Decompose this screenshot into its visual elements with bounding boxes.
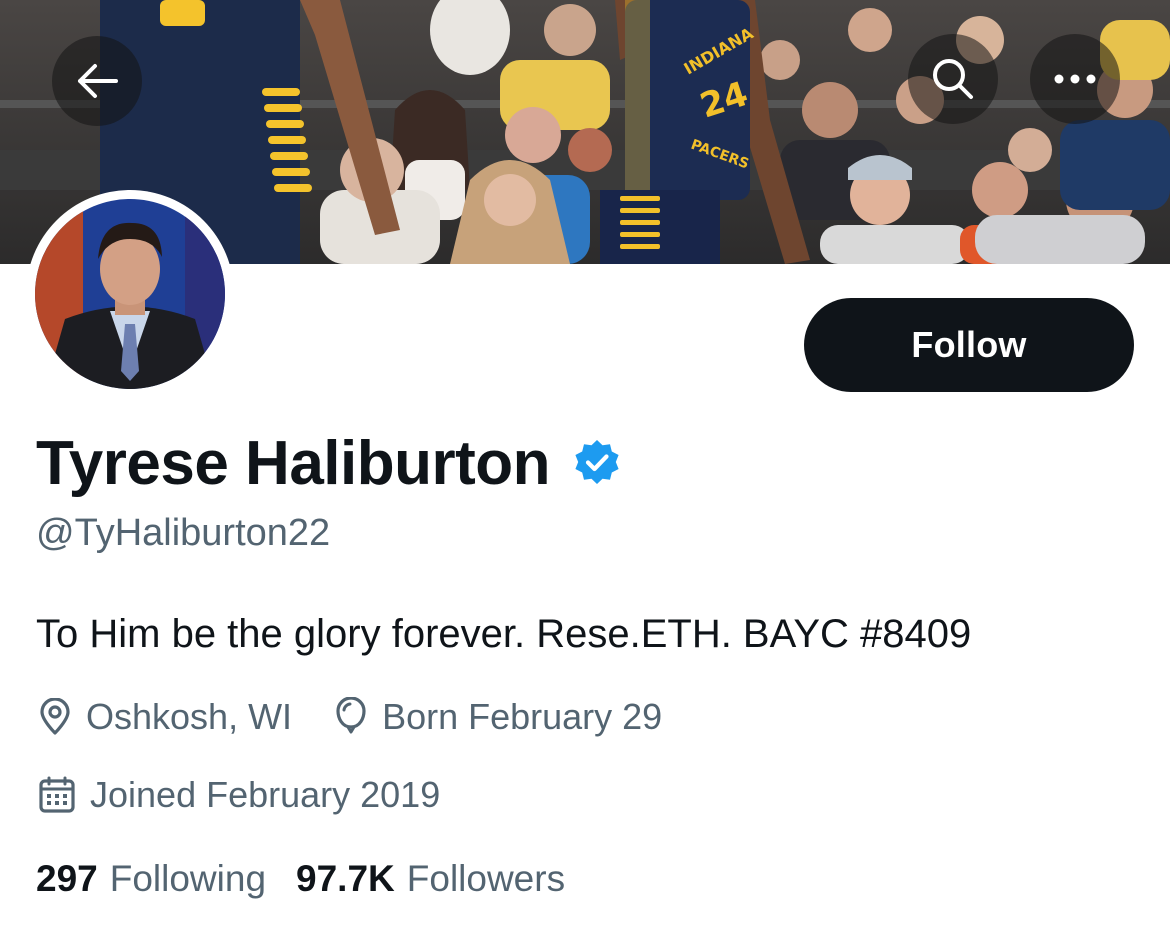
birthday-text: Born February 29 — [382, 696, 663, 737]
search-button[interactable] — [908, 34, 998, 124]
location-pin-icon — [40, 698, 70, 735]
balloon-icon — [336, 697, 366, 734]
followers-link[interactable]: 97.7K Followers — [296, 858, 565, 900]
following-link[interactable]: 297 Following — [36, 858, 266, 900]
location-text: Oshkosh, WI — [86, 696, 293, 737]
back-button[interactable] — [52, 36, 142, 126]
search-icon — [933, 59, 973, 99]
avatar-image — [35, 199, 225, 389]
joined-text: Joined February 2019 — [90, 774, 441, 815]
follow-stats: 297 Following 97.7K Followers — [36, 858, 595, 900]
more-horizontal-icon — [1054, 74, 1096, 84]
profile-meta-row: Oshkosh, WI Born February 29 — [38, 696, 704, 738]
verified-badge-icon[interactable] — [572, 438, 622, 488]
following-count: 297 — [36, 858, 98, 899]
profile-bio: To Him be the glory forever. Rese.ETH. B… — [36, 612, 972, 656]
location-item: Oshkosh, WI — [38, 696, 292, 738]
display-name: Tyrese Haliburton — [36, 428, 551, 498]
more-button[interactable] — [1030, 34, 1120, 124]
name-row: Tyrese Haliburton — [36, 428, 622, 498]
profile-page: INDIANA 24 PACERS Follow Tyrese Haliburt… — [0, 0, 1170, 932]
profile-avatar[interactable] — [26, 190, 234, 398]
followers-label: Followers — [406, 858, 566, 899]
follow-button[interactable]: Follow — [804, 298, 1134, 392]
calendar-icon — [39, 776, 75, 813]
followers-count: 97.7K — [296, 858, 395, 899]
joined-item: Joined February 2019 — [38, 774, 440, 816]
birthday-item: Born February 29 — [334, 696, 662, 738]
arrow-left-icon — [78, 64, 118, 98]
user-handle: @TyHaliburton22 — [36, 512, 331, 554]
profile-meta-row-joined: Joined February 2019 — [38, 774, 482, 816]
following-label: Following — [109, 858, 267, 899]
